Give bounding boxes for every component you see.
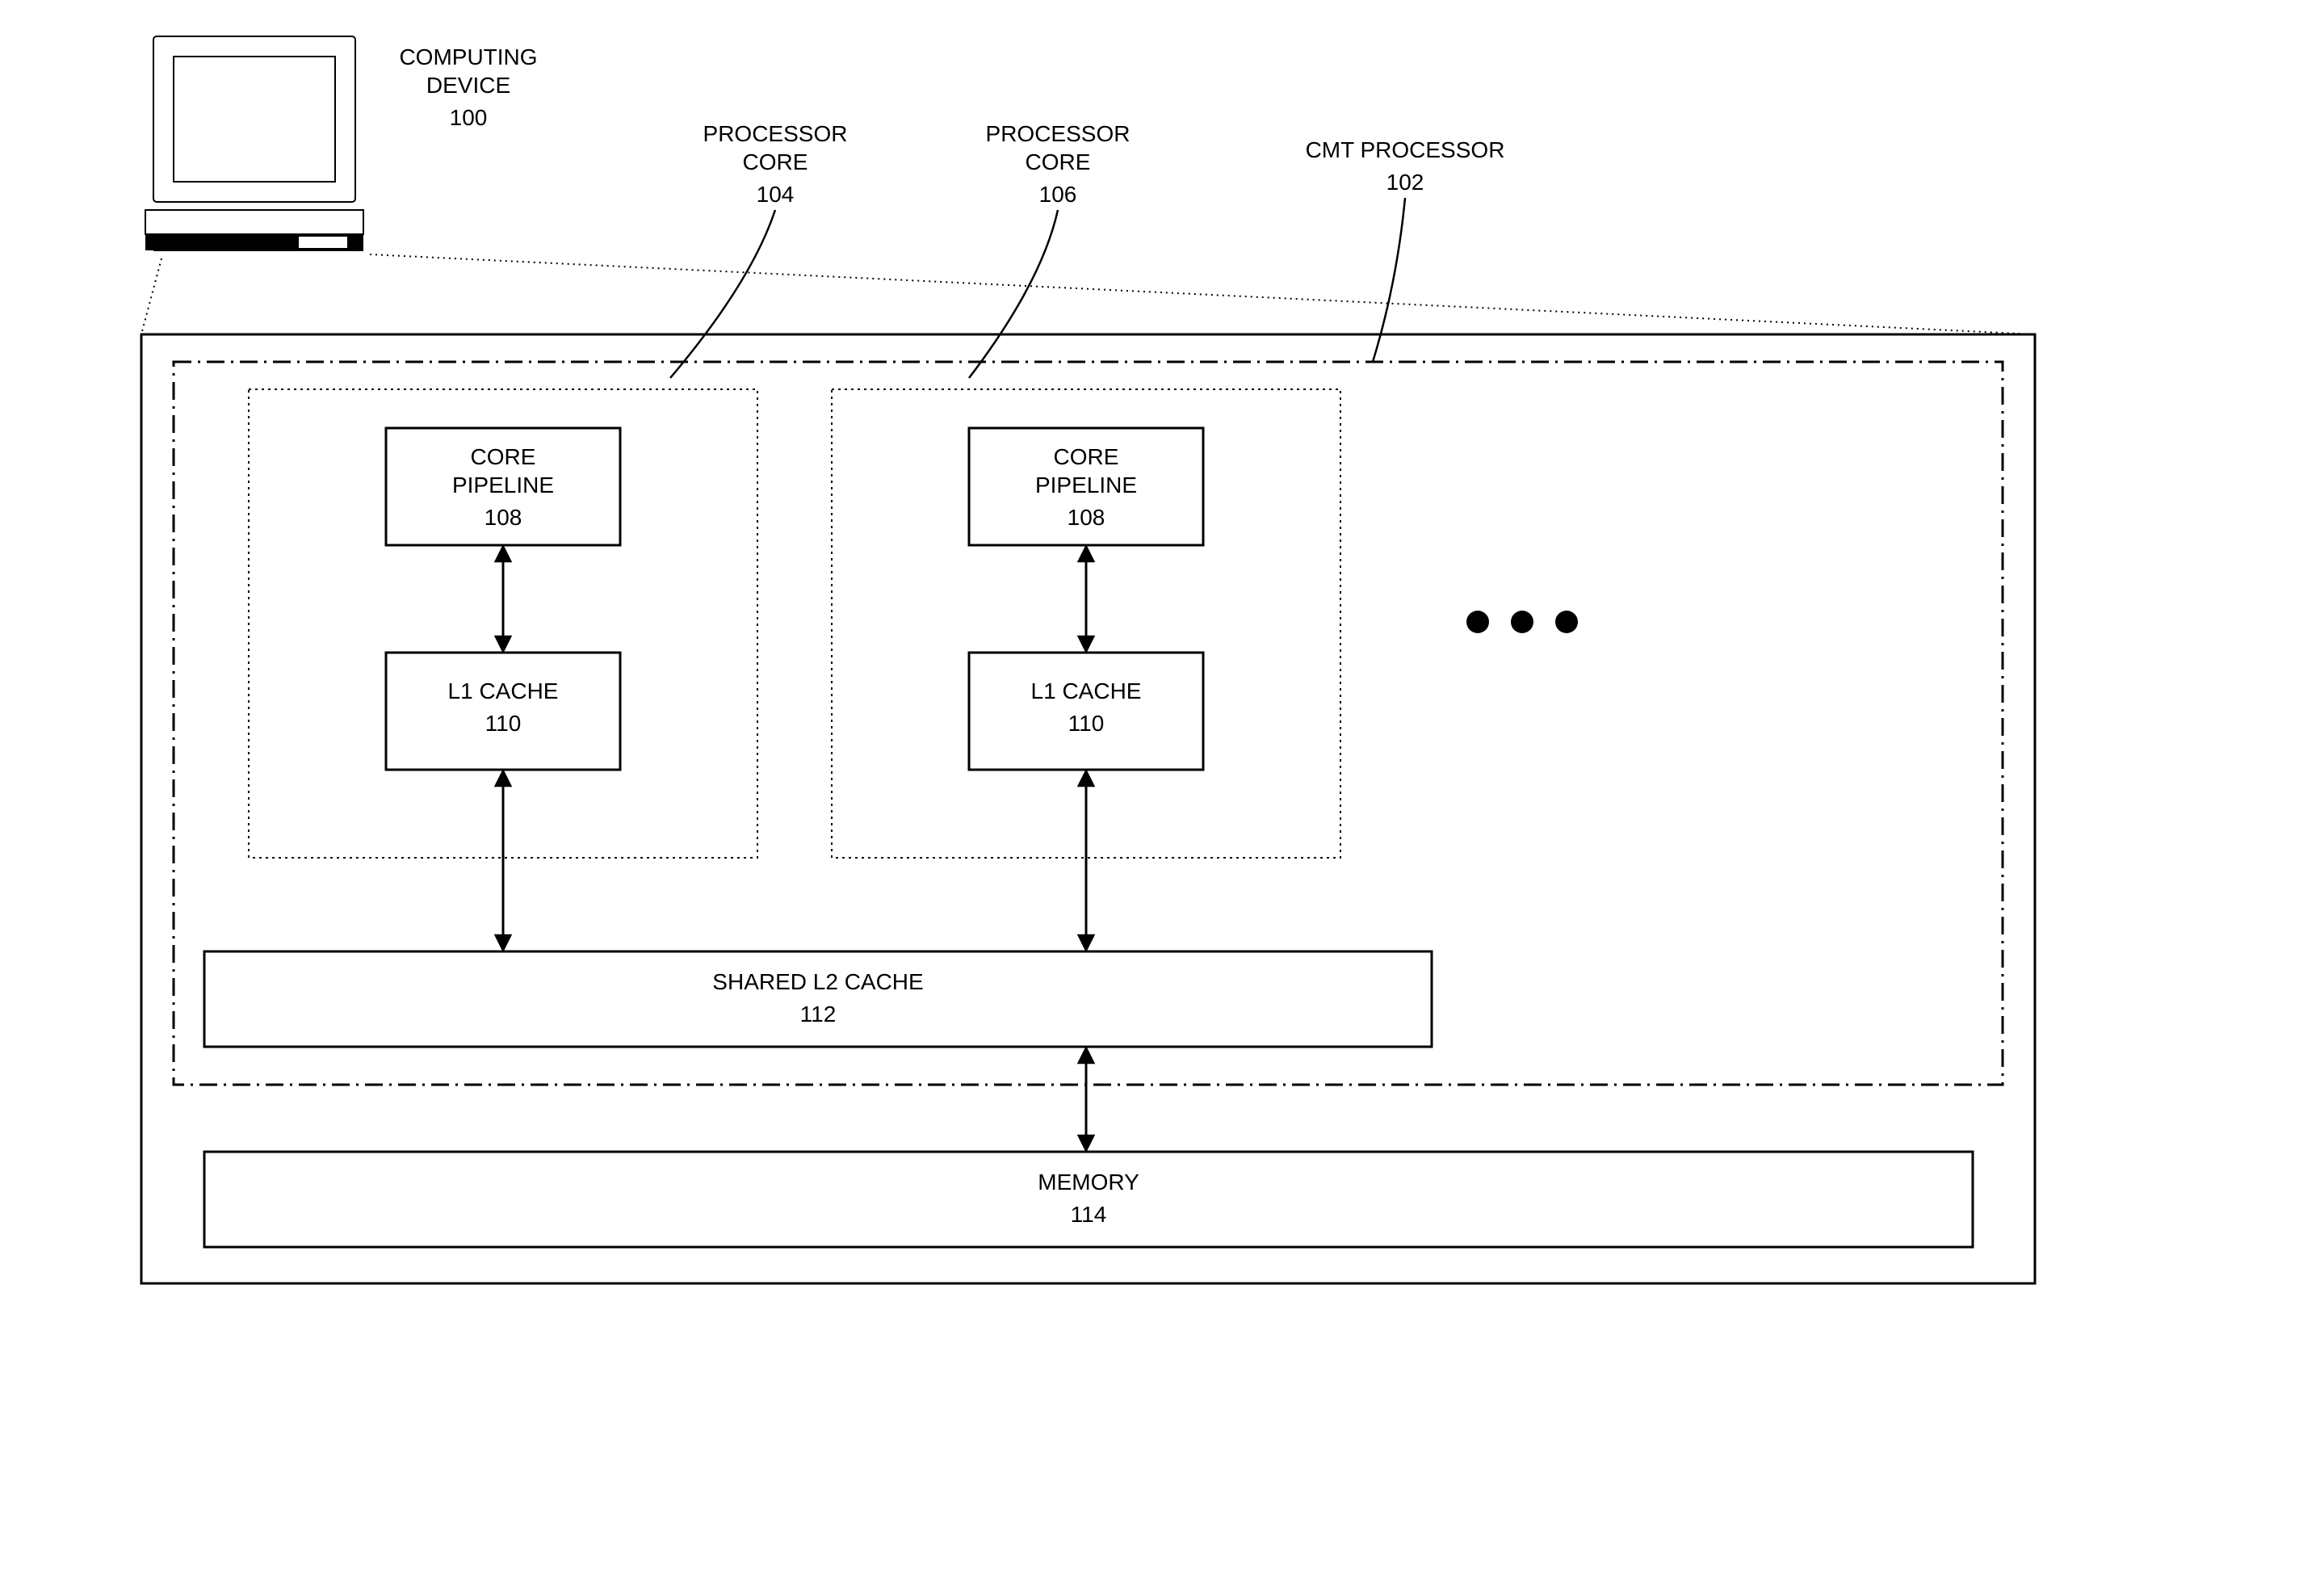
memory-num: 114 [1071,1202,1107,1227]
computing-device-num: 100 [450,105,488,130]
lead-proc-core-b [969,210,1058,378]
memory-box [204,1152,1973,1247]
shared-l2-l1: SHARED L2 CACHE [712,969,923,994]
span-left [141,258,162,334]
core-a: CORE PIPELINE 108 L1 CACHE 110 [386,428,620,770]
proc-core-a-label-l1: PROCESSOR [703,121,848,146]
l1-cache-b-num: 110 [1068,711,1105,736]
proc-core-a-label-l2: CORE [743,149,808,174]
shared-l2-box [204,951,1432,1047]
core-pipeline-b-l2: PIPELINE [1035,472,1137,498]
cmt-label: CMT PROCESSOR [1306,137,1505,162]
memory-l1: MEMORY [1038,1170,1139,1195]
computing-device-label-l1: COMPUTING [399,44,537,69]
computing-device-label-l2: DEVICE [426,73,510,98]
proc-core-a-num: 104 [757,182,795,207]
l1-cache-a-l1: L1 CACHE [448,678,559,703]
core-b: CORE PIPELINE 108 L1 CACHE 110 [969,428,1203,770]
proc-core-b-label-l2: CORE [1026,149,1091,174]
core-pipeline-a-l1: CORE [471,444,536,469]
ellipsis-icon [1466,611,1578,633]
l1-cache-a-num: 110 [485,711,522,736]
core-pipeline-b-l1: CORE [1054,444,1119,469]
core-pipeline-b-num: 108 [1068,505,1105,530]
lead-cmt [1373,198,1405,362]
proc-core-b-label-l1: PROCESSOR [986,121,1131,146]
core-pipeline-a-l2: PIPELINE [452,472,554,498]
proc-core-b-num: 106 [1039,182,1077,207]
lead-proc-core-a [670,210,775,378]
core-pipeline-a-num: 108 [485,505,522,530]
computer-icon [145,36,363,250]
span-right [370,254,2035,334]
cmt-num: 102 [1386,170,1424,195]
l1-cache-b-l1: L1 CACHE [1031,678,1142,703]
shared-l2-num: 112 [800,1002,837,1027]
